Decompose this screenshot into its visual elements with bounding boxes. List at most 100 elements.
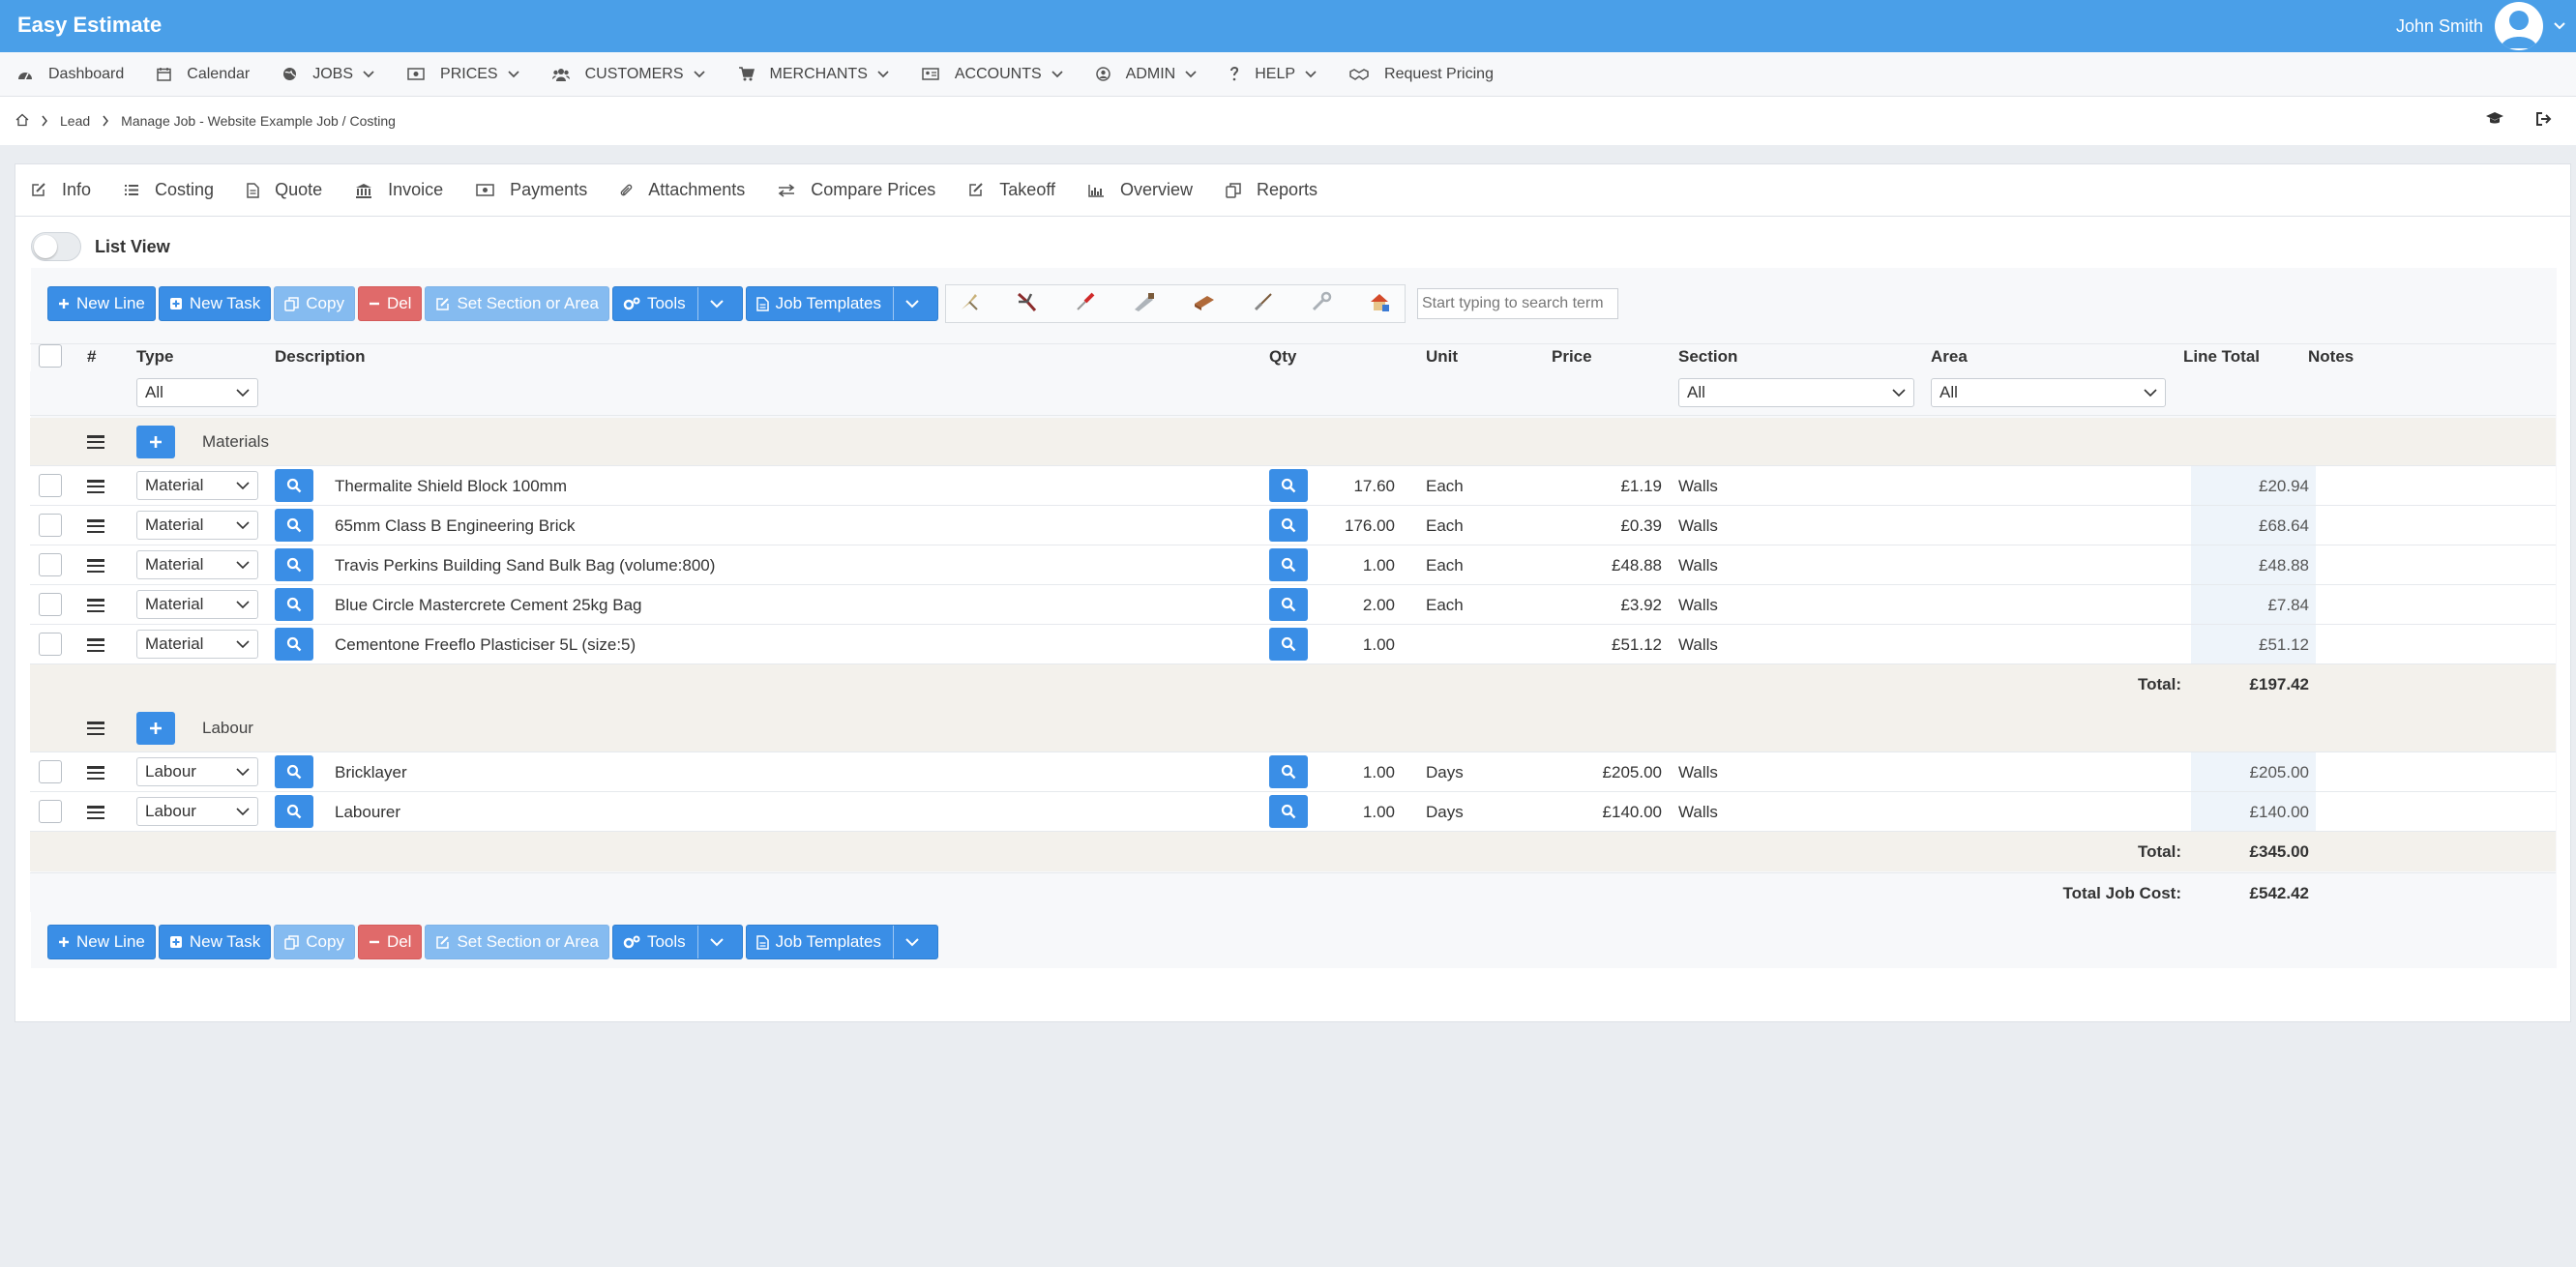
header-description[interactable]: Description (275, 347, 366, 367)
area-filter-select[interactable]: All (1931, 378, 2166, 407)
row-checkbox[interactable] (39, 633, 62, 656)
search-product-button[interactable] (275, 548, 313, 581)
pliers-icon[interactable] (1016, 290, 1039, 318)
nav-item-accounts[interactable]: ACCOUNTS (922, 66, 1063, 83)
drag-handle-icon[interactable] (87, 559, 104, 573)
unit-cell[interactable]: Each (1426, 545, 1464, 585)
delete-button[interactable]: Del (357, 925, 423, 959)
new-line-button[interactable]: New Line (47, 286, 156, 321)
type-select[interactable]: Labour (136, 797, 258, 826)
set-section-button[interactable]: Set Section or Area (425, 925, 609, 959)
section-cell[interactable]: Walls (1678, 466, 1718, 506)
qty-cell[interactable]: 176.00 (1317, 506, 1395, 545)
nav-item-dashboard[interactable]: Dashboard (17, 66, 124, 83)
screwdriver-icon[interactable] (1074, 290, 1097, 318)
unit-cell[interactable]: Days (1426, 792, 1464, 832)
set-section-button[interactable]: Set Section or Area (425, 286, 609, 321)
qty-lookup-button[interactable] (1269, 755, 1308, 788)
description-cell[interactable]: 65mm Class B Engineering Brick (335, 506, 575, 545)
avatar[interactable] (2495, 2, 2543, 50)
drag-handle-icon[interactable] (87, 480, 104, 493)
breadcrumb-lead[interactable]: Lead (60, 113, 90, 129)
type-select[interactable]: Material (136, 550, 258, 579)
price-cell[interactable]: £51.12 (1552, 625, 1662, 664)
search-product-button[interactable] (275, 588, 313, 621)
saw-icon[interactable] (1132, 290, 1157, 318)
job-templates-button[interactable]: Job Templates (745, 286, 938, 321)
header-notes[interactable]: Notes (2308, 347, 2354, 367)
section-cell[interactable]: Walls (1678, 506, 1718, 545)
unit-cell[interactable]: Each (1426, 466, 1464, 506)
user-name[interactable]: John Smith (2396, 16, 2483, 37)
unit-cell[interactable]: Each (1426, 585, 1464, 625)
chevron-down-icon[interactable] (696, 926, 742, 958)
select-all-checkbox[interactable] (39, 344, 62, 368)
description-cell[interactable]: Thermalite Shield Block 100mm (335, 466, 567, 506)
user-menu[interactable]: John Smith (2396, 0, 2576, 52)
term-search-input[interactable] (1416, 288, 1618, 319)
row-checkbox[interactable] (39, 593, 62, 616)
description-cell[interactable]: Labourer (335, 792, 400, 832)
sign-out-icon[interactable] (2535, 111, 2553, 130)
unit-cell[interactable]: Days (1426, 752, 1464, 792)
header-section[interactable]: Section (1678, 347, 1737, 367)
copy-button[interactable]: Copy (274, 286, 355, 321)
qty-cell[interactable]: 1.00 (1317, 545, 1395, 585)
row-checkbox[interactable] (39, 760, 62, 783)
row-checkbox[interactable] (39, 514, 62, 537)
drag-handle-icon[interactable] (87, 806, 104, 819)
type-select[interactable]: Material (136, 590, 258, 619)
drag-handle-icon[interactable] (87, 435, 104, 449)
graduation-cap-icon[interactable] (2485, 111, 2504, 130)
header-area[interactable]: Area (1931, 347, 1968, 367)
price-cell[interactable]: £48.88 (1552, 545, 1662, 585)
drag-handle-icon[interactable] (87, 519, 104, 533)
nav-item-prices[interactable]: PRICES (407, 66, 519, 83)
qty-lookup-button[interactable] (1269, 509, 1308, 542)
app-brand[interactable]: Easy Estimate (17, 13, 162, 38)
price-cell[interactable]: £1.19 (1552, 466, 1662, 506)
row-checkbox[interactable] (39, 553, 62, 576)
search-product-button[interactable] (275, 755, 313, 788)
qty-cell[interactable]: 17.60 (1317, 466, 1395, 506)
new-task-button[interactable]: New Task (158, 286, 272, 321)
section-filter-select[interactable]: All (1678, 378, 1914, 407)
qty-cell[interactable]: 1.00 (1317, 752, 1395, 792)
add-to-group-button[interactable] (136, 426, 175, 458)
copy-button[interactable]: Copy (274, 925, 355, 959)
search-product-button[interactable] (275, 509, 313, 542)
header-unit[interactable]: Unit (1426, 347, 1458, 367)
qty-cell[interactable]: 1.00 (1317, 625, 1395, 664)
type-filter-select[interactable]: All (136, 378, 258, 407)
add-to-group-button[interactable] (136, 712, 175, 745)
price-cell[interactable]: £0.39 (1552, 506, 1662, 545)
tools-button[interactable]: Tools (611, 286, 743, 321)
section-cell[interactable]: Walls (1678, 752, 1718, 792)
header-qty[interactable]: Qty (1269, 347, 1296, 367)
drag-handle-icon[interactable] (87, 766, 104, 780)
search-product-button[interactable] (275, 628, 313, 661)
drag-handle-icon[interactable] (87, 638, 104, 652)
new-line-button[interactable]: New Line (47, 925, 156, 959)
description-cell[interactable]: Bricklayer (335, 752, 407, 792)
search-product-button[interactable] (275, 469, 313, 502)
drag-handle-icon[interactable] (87, 722, 104, 735)
price-cell[interactable]: £205.00 (1552, 752, 1662, 792)
row-checkbox[interactable] (39, 474, 62, 497)
price-cell[interactable]: £3.92 (1552, 585, 1662, 625)
nav-item-request-pricing[interactable]: Request Pricing (1349, 66, 1494, 83)
qty-lookup-button[interactable] (1269, 588, 1308, 621)
description-cell[interactable]: Cementone Freeflo Plasticiser 5L (size:5… (335, 625, 636, 664)
qty-lookup-button[interactable] (1269, 548, 1308, 581)
chevron-down-icon[interactable] (892, 926, 937, 958)
tools-button[interactable]: Tools (611, 925, 743, 959)
type-select[interactable]: Material (136, 630, 258, 659)
qty-lookup-button[interactable] (1269, 628, 1308, 661)
section-cell[interactable]: Walls (1678, 545, 1718, 585)
unit-cell[interactable]: Each (1426, 506, 1464, 545)
header-price[interactable]: Price (1552, 347, 1592, 367)
chevron-down-icon[interactable] (892, 287, 937, 320)
qty-cell[interactable]: 2.00 (1317, 585, 1395, 625)
job-templates-button[interactable]: Job Templates (745, 925, 938, 959)
trowel-icon[interactable] (958, 290, 981, 318)
